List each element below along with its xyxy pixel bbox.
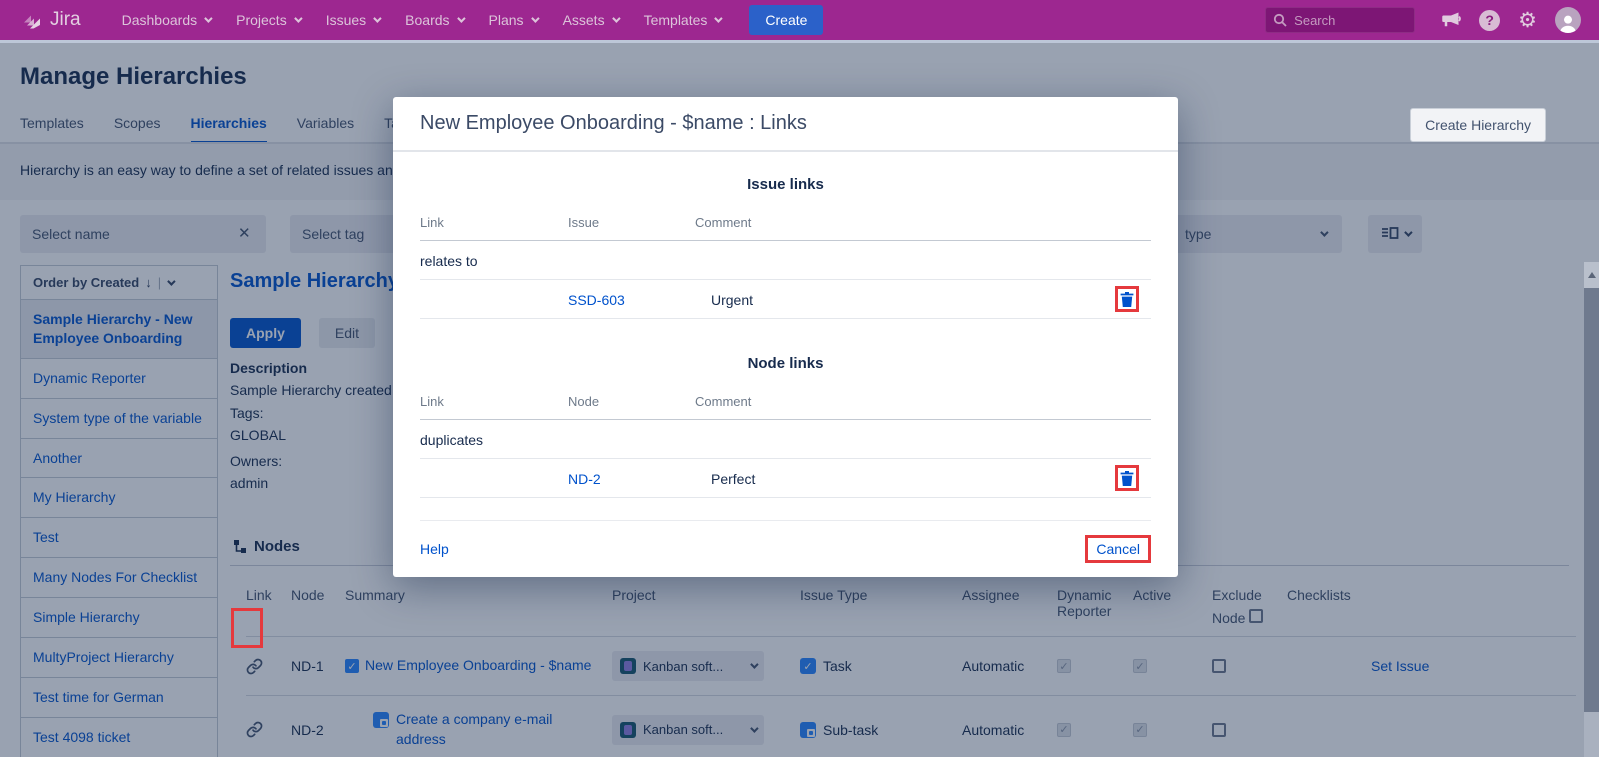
trash-icon	[1120, 471, 1134, 486]
node-link-type: duplicates	[420, 420, 568, 458]
brand-name: Jira	[50, 9, 81, 31]
nav-item-projects[interactable]: Projects	[225, 4, 311, 36]
create-button[interactable]: Create	[749, 5, 823, 35]
issue-col-link: Link	[420, 209, 568, 240]
node-col-node: Node	[568, 388, 695, 419]
node-key-link[interactable]: ND-2	[568, 471, 601, 487]
screen: Jira Dashboards Projects Issues Boards P…	[0, 0, 1599, 757]
settings-gear-icon[interactable]: ⚙	[1518, 10, 1537, 31]
node-comment: Perfect	[695, 459, 1115, 497]
nav-item-issues[interactable]: Issues	[315, 4, 390, 36]
top-nav: Jira Dashboards Projects Issues Boards P…	[0, 0, 1599, 43]
help-link[interactable]: Help	[420, 541, 449, 557]
search-icon	[1273, 13, 1287, 27]
node-links-heading: Node links	[420, 355, 1151, 372]
issue-links-heading: Issue links	[420, 176, 1151, 193]
delete-issue-link-button[interactable]	[1115, 286, 1139, 312]
search-input[interactable]	[1265, 7, 1415, 33]
nav-right: ? ⚙	[1265, 0, 1581, 40]
nav-item-dashboards[interactable]: Dashboards	[111, 4, 222, 36]
nav-item-boards[interactable]: Boards	[394, 4, 473, 36]
modal-body: Issue links Link Issue Comment relates t…	[393, 176, 1178, 498]
nav-item-plans[interactable]: Plans	[478, 4, 548, 36]
issue-col-comment: Comment	[695, 209, 1115, 240]
modal-footer: Help Cancel	[420, 520, 1151, 563]
chevron-down-icon	[531, 14, 539, 22]
chevron-down-icon	[612, 14, 620, 22]
modal-title: New Employee Onboarding - $name : Links	[420, 112, 807, 135]
issue-links-table: Link Issue Comment relates to SSD-603 Ur…	[420, 209, 1151, 319]
issue-col-issue: Issue	[568, 209, 695, 240]
help-icon[interactable]: ?	[1479, 10, 1500, 31]
chevron-down-icon	[204, 14, 212, 22]
jira-logo[interactable]: Jira	[20, 8, 81, 32]
avatar[interactable]	[1555, 7, 1581, 33]
jira-logo-icon	[20, 8, 44, 32]
nav-menu: Dashboards Projects Issues Boards Plans …	[111, 4, 824, 36]
scroll-up-arrow-icon	[1588, 272, 1596, 278]
scrollbar-thumb[interactable]	[1584, 288, 1599, 712]
cancel-annotation-box: Cancel	[1085, 535, 1151, 563]
modal-header: New Employee Onboarding - $name : Links	[393, 97, 1178, 152]
create-hierarchy-button[interactable]: Create Hierarchy	[1410, 108, 1546, 142]
issue-link-type: relates to	[420, 241, 568, 279]
issue-comment: Urgent	[695, 280, 1115, 318]
table-divider	[420, 318, 1151, 319]
chevron-down-icon	[373, 14, 381, 22]
scrollbar[interactable]	[1584, 262, 1599, 757]
announcements-icon[interactable]	[1441, 10, 1461, 30]
node-col-comment: Comment	[695, 388, 1115, 419]
issue-key-link[interactable]: SSD-603	[568, 292, 625, 308]
trash-icon	[1120, 292, 1134, 307]
nav-search	[1265, 7, 1415, 33]
links-modal: New Employee Onboarding - $name : Links …	[393, 97, 1178, 577]
nav-item-assets[interactable]: Assets	[552, 4, 629, 36]
nav-item-templates[interactable]: Templates	[633, 4, 732, 36]
delete-node-link-button[interactable]	[1115, 465, 1139, 491]
chevron-down-icon	[294, 14, 302, 22]
table-divider	[420, 497, 1151, 498]
scroll-up-button[interactable]	[1584, 262, 1599, 288]
cancel-link[interactable]: Cancel	[1096, 541, 1140, 557]
chevron-down-icon	[457, 14, 465, 22]
chevron-down-icon	[715, 14, 723, 22]
node-col-link: Link	[420, 388, 568, 419]
node-links-table: Link Node Comment duplicates ND-2 Perfec…	[420, 388, 1151, 498]
